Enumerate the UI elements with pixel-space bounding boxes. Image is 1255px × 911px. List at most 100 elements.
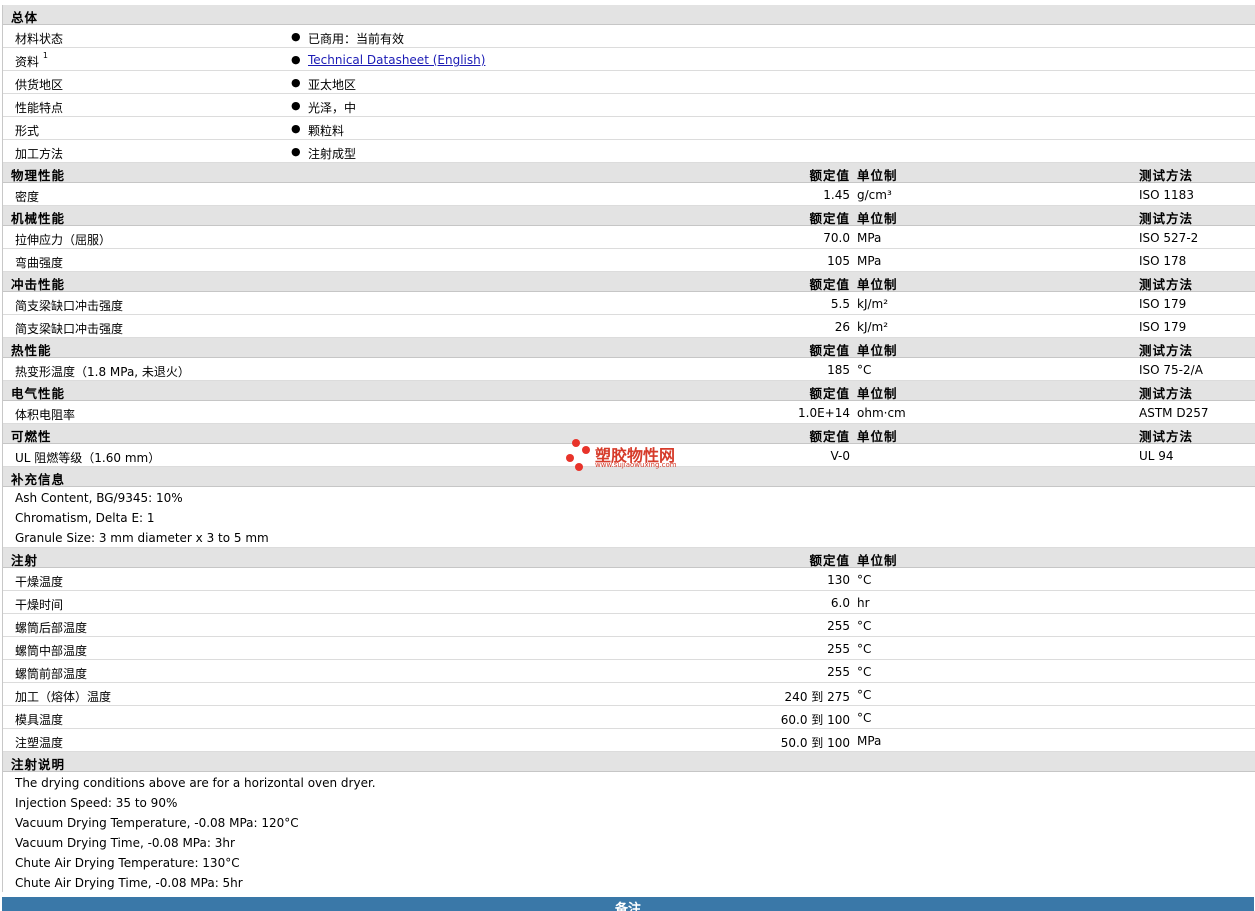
injection-value: 130 (827, 573, 850, 587)
section-title: 可燃性 (11, 429, 52, 444)
logo-dots-icon (566, 439, 590, 471)
injection-name: 干燥时间 (15, 598, 64, 612)
property-name: UL 阻燃等级（1.60 mm） (15, 451, 161, 465)
injection-row: 螺筒中部温度 255 °C (3, 637, 1255, 660)
property-value: V-0 (830, 449, 850, 463)
note-text: Vacuum Drying Time, -0.08 MPa: 3hr (15, 836, 235, 850)
column-unit: 单位制 (857, 386, 898, 401)
section-title: 热性能 (11, 343, 52, 358)
injection-unit: °C (857, 642, 872, 656)
general-label: 性能特点 (15, 101, 64, 115)
section-header-physical: 物理性能 额定值 单位制 测试方法 (3, 163, 1255, 183)
property-value: 1.45 (823, 188, 850, 202)
column-test: 测试方法 (1139, 386, 1194, 401)
remarks-bar: 备注 (2, 897, 1254, 911)
injection-value: 60.0 到 100 (780, 713, 850, 727)
footnote-marker: 1 (42, 51, 48, 60)
general-row: 形式 ● 颗粒料 (3, 117, 1255, 140)
note-text: Ash Content, BG/9345: 10% (15, 491, 183, 505)
injection-unit: hr (857, 596, 870, 610)
property-unit: kJ/m² (857, 320, 889, 334)
technical-datasheet-link[interactable]: Technical Datasheet (English) (308, 53, 485, 67)
column-nominal: 额定值 (809, 386, 850, 401)
general-row: 性能特点 ● 光泽，中 (3, 94, 1255, 117)
note-text: Vacuum Drying Temperature, -0.08 MPa: 12… (15, 816, 299, 830)
column-unit: 单位制 (857, 429, 898, 444)
general-row: 供货地区 ● 亚太地区 (3, 71, 1255, 94)
bullet-icon: ● (291, 30, 301, 43)
column-test: 测试方法 (1139, 211, 1194, 226)
property-test: ISO 527-2 (1139, 231, 1199, 245)
general-label: 资料 1 (15, 51, 48, 69)
property-row: 简支梁缺口冲击强度 5.5 kJ/m² ISO 179 (3, 292, 1255, 315)
injection-name: 注塑温度 (15, 736, 64, 750)
column-test: 测试方法 (1139, 168, 1194, 183)
injection-row: 干燥时间 6.0 hr (3, 591, 1255, 614)
injection-row: 注塑温度 50.0 到 100 MPa (3, 729, 1255, 752)
injection-value: 240 到 275 (784, 690, 850, 704)
section-header-electrical: 电气性能 额定值 单位制 测试方法 (3, 381, 1255, 401)
property-name: 简支梁缺口冲击强度 (15, 322, 124, 336)
column-nominal: 额定值 (809, 429, 850, 444)
injection-value: 255 (827, 619, 850, 633)
watermark-url: www.sujiaowuxing.com (595, 461, 677, 469)
property-value: 26 (834, 320, 850, 334)
general-row: 资料 1 ● Technical Datasheet (English) (3, 48, 1255, 71)
note-text: Chute Air Drying Time, -0.08 MPa: 5hr (15, 876, 243, 890)
property-row: 弯曲强度 105 MPa ISO 178 (3, 249, 1255, 272)
property-row: 简支梁缺口冲击强度 26 kJ/m² ISO 179 (3, 315, 1255, 338)
column-unit: 单位制 (857, 277, 898, 292)
watermark-logo: 塑胶物性网 www.sujiaowuxing.com (565, 438, 695, 472)
note-line: Vacuum Drying Time, -0.08 MPa: 3hr (3, 832, 1255, 852)
property-unit: g/cm³ (857, 188, 892, 202)
column-nominal: 额定值 (809, 211, 850, 226)
column-unit: 单位制 (857, 168, 898, 183)
injection-unit: °C (857, 573, 872, 587)
property-test: ISO 1183 (1139, 188, 1194, 202)
column-test: 测试方法 (1139, 429, 1194, 444)
general-row: 加工方法 ● 注射成型 (3, 140, 1255, 163)
datasheet-page: 总体 材料状态 ● 已商用：当前有效 资料 1 ● Technical Data… (0, 0, 1255, 911)
property-test: UL 94 (1139, 449, 1174, 463)
injection-row: 干燥温度 130 °C (3, 568, 1255, 591)
column-nominal: 额定值 (809, 343, 850, 358)
note-text: The drying conditions above are for a ho… (15, 776, 376, 790)
section-header-impact: 冲击性能 额定值 单位制 测试方法 (3, 272, 1255, 292)
section-title: 注射 (11, 553, 39, 568)
general-value: 光泽，中 (308, 101, 357, 115)
property-row: 密度 1.45 g/cm³ ISO 1183 (3, 183, 1255, 206)
property-unit: °C (857, 363, 872, 377)
note-line: Vacuum Drying Temperature, -0.08 MPa: 12… (3, 812, 1255, 832)
property-name: 弯曲强度 (15, 256, 64, 270)
section-header-injection-notes: 注射说明 (3, 752, 1255, 772)
bullet-icon: ● (291, 53, 301, 66)
section-title: 补充信息 (11, 472, 66, 487)
section-header-thermal: 热性能 额定值 单位制 测试方法 (3, 338, 1255, 358)
injection-notes: The drying conditions above are for a ho… (3, 772, 1255, 892)
section-header-injection: 注射 额定值 单位制 (3, 548, 1255, 568)
injection-unit: °C (857, 665, 872, 679)
note-line: Chute Air Drying Temperature: 130°C (3, 852, 1255, 872)
column-test: 测试方法 (1139, 343, 1194, 358)
property-value: 105 (827, 254, 850, 268)
general-label: 供货地区 (15, 78, 64, 92)
section-title: 物理性能 (11, 168, 66, 183)
general-label: 加工方法 (15, 147, 64, 161)
injection-value: 255 (827, 665, 850, 679)
property-test: ASTM D257 (1139, 406, 1209, 420)
property-test: ISO 178 (1139, 254, 1187, 268)
property-value: 1.0E+14 (798, 406, 850, 420)
general-label: 形式 (15, 124, 40, 138)
column-nominal: 额定值 (809, 277, 850, 292)
general-row: 材料状态 ● 已商用：当前有效 (3, 25, 1255, 48)
property-test: ISO 179 (1139, 297, 1187, 311)
bullet-icon: ● (291, 122, 301, 135)
injection-name: 干燥温度 (15, 575, 64, 589)
section-title: 注射说明 (11, 757, 66, 772)
column-unit: 单位制 (857, 553, 898, 568)
property-row: 体积电阻率 1.0E+14 ohm·cm ASTM D257 (3, 401, 1255, 424)
injection-name: 模具温度 (15, 713, 64, 727)
bullet-icon: ● (291, 145, 301, 158)
property-value: 5.5 (830, 297, 850, 311)
section-title: 总体 (11, 10, 39, 25)
